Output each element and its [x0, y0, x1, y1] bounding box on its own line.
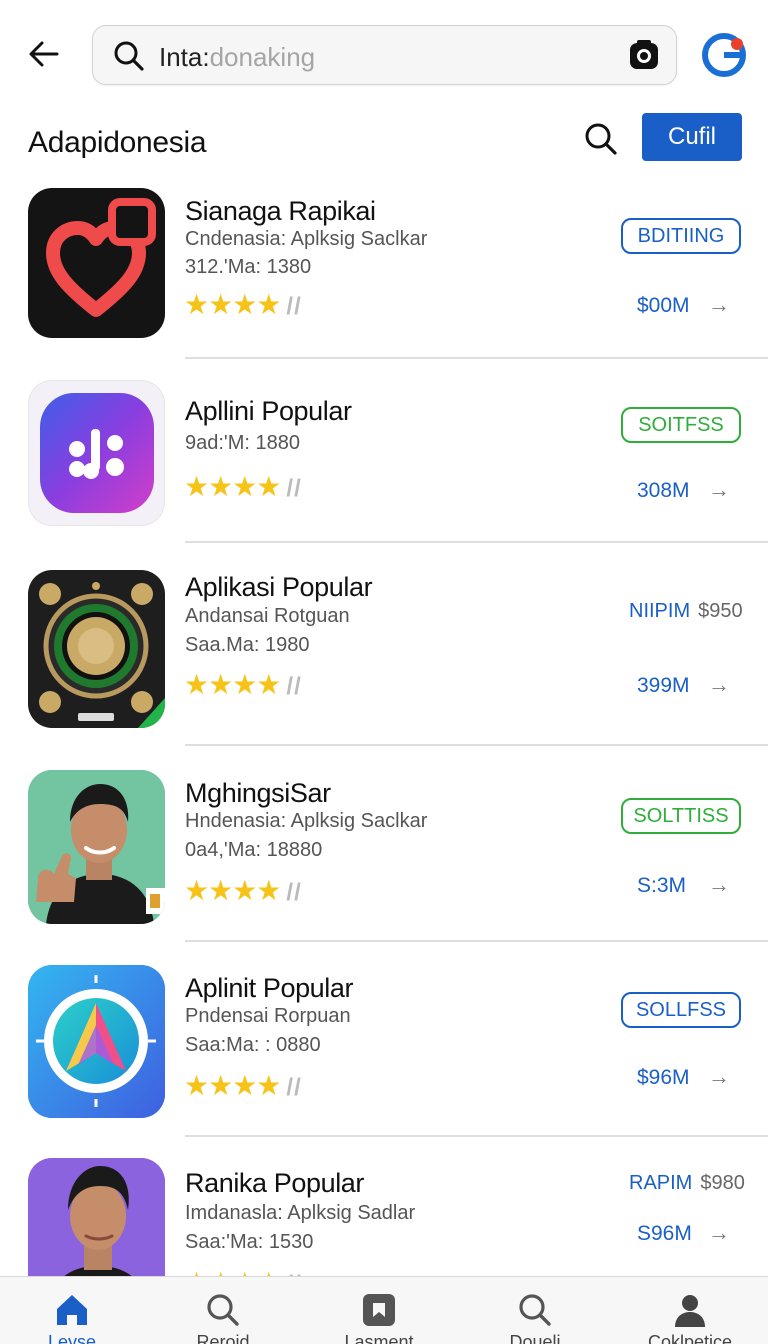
- app-meta: Saa.Ma: 1980: [185, 634, 310, 656]
- divider: [185, 744, 768, 746]
- nav-item-home[interactable]: Leyse: [12, 1277, 132, 1344]
- app-size: 399M: [637, 674, 690, 697]
- nav-item-discover[interactable]: Doueli: [475, 1277, 595, 1344]
- search-icon[interactable]: [582, 120, 620, 158]
- arrow-right-icon[interactable]: →: [708, 1064, 730, 1090]
- app-meta: 0a4,'Ma: 18880: [185, 839, 323, 861]
- nav-label: Coklpetice: [647, 1332, 733, 1344]
- nav-label: Reroid: [196, 1332, 250, 1344]
- app-meta: Saa:Ma: : 0880: [185, 1034, 321, 1056]
- person-thumbs-up-icon: [28, 770, 165, 924]
- status-badge[interactable]: SOLTTISS: [621, 798, 741, 834]
- rating-stars: ★★★★//: [184, 1070, 302, 1101]
- back-button[interactable]: [24, 34, 64, 74]
- arrow-right-icon[interactable]: →: [708, 672, 730, 698]
- rating-stars: ★★★★//: [184, 471, 302, 502]
- camera-icon[interactable]: [628, 39, 660, 71]
- rating-stars: ★★★★//: [184, 289, 302, 320]
- list-item[interactable]: MghingsiSar Hndenasia: Aplksig Saclkar 0…: [0, 770, 768, 940]
- status-badge[interactable]: SOLLFSS: [621, 992, 741, 1028]
- app-name: MghingsiSar: [185, 778, 331, 808]
- search-placeholder: donaking: [209, 42, 316, 72]
- app-subtitle: Pndensai Rorpuan: [185, 1005, 351, 1027]
- bookmark-icon: [363, 1294, 395, 1326]
- app-name: Aplinit Popular: [185, 973, 354, 1003]
- app-name: Aplikasi Popular: [185, 572, 373, 602]
- nav-label: Lasment: [344, 1332, 414, 1344]
- price-label[interactable]: RAPIM $980: [629, 1172, 745, 1195]
- list-item[interactable]: Ranika Popular Imdanasla: Aplksig Sadlar…: [0, 1158, 768, 1276]
- top-bar: Inta:donaking: [0, 0, 768, 110]
- section-title: Adapidonesia: [28, 126, 207, 159]
- compass-arrow-icon: [28, 965, 165, 1118]
- search-query: Inta:donaking: [159, 42, 316, 72]
- nav-label: Leyse: [47, 1332, 97, 1344]
- nav-item-profile[interactable]: Coklpetice: [630, 1277, 750, 1344]
- app-size: 308M: [637, 479, 690, 502]
- list-item[interactable]: Apllini Popular 9ad:'M: 1880 ★★★★// SOIT…: [0, 380, 768, 540]
- app-subtitle: Andansai Rotguan: [185, 605, 350, 627]
- price-tag: RAPIM: [629, 1172, 693, 1194]
- nav-item-search[interactable]: Reroid: [163, 1277, 283, 1344]
- divider: [185, 940, 768, 942]
- divider: [185, 541, 768, 543]
- app-subtitle: Cndenasia: Aplksig Saclkar: [185, 228, 428, 250]
- price-amount: $950: [698, 600, 743, 622]
- app-subtitle: Imdanasla: Aplksig Sadlar: [185, 1202, 416, 1224]
- search-input[interactable]: Inta:donaking: [92, 25, 677, 85]
- app-subtitle: Hndenasia: Aplksig Saclkar: [185, 810, 428, 832]
- price-amount: $980: [700, 1172, 745, 1194]
- bottom-navigation: Leyse Reroid Lasment Doueli Coklpetice: [0, 1276, 768, 1344]
- app-meta: 9ad:'M: 1880: [185, 432, 301, 454]
- app-name: Apllini Popular: [185, 396, 352, 426]
- divider: [185, 1135, 768, 1137]
- arrow-right-icon[interactable]: →: [708, 872, 730, 898]
- status-badge[interactable]: SOITFSS: [621, 407, 741, 443]
- arrow-right-icon[interactable]: →: [708, 477, 730, 503]
- app-meta: 312.'Ma: 1380: [185, 256, 312, 278]
- status-badge[interactable]: BDITIING: [621, 218, 741, 254]
- arrow-right-icon[interactable]: →: [708, 1220, 730, 1246]
- music-note-icon: [28, 380, 165, 526]
- list-item[interactable]: Sianaga Rapikai Cndenasia: Aplksig Saclk…: [0, 188, 768, 358]
- heart-chat-icon: [28, 188, 165, 338]
- arrow-right-icon[interactable]: →: [708, 292, 730, 318]
- price-label[interactable]: NIIPIM $950: [629, 600, 743, 623]
- app-meta: Saa:'Ma: 1530: [185, 1231, 314, 1253]
- app-size: S96M: [637, 1222, 692, 1245]
- app-size: $00M: [637, 294, 690, 317]
- account-avatar-icon[interactable]: [702, 33, 746, 77]
- person-icon: [675, 1295, 705, 1327]
- app-size: $96M: [637, 1066, 690, 1089]
- nav-label: Doueli: [509, 1332, 561, 1344]
- price-tag: NIIPIM: [629, 600, 691, 622]
- app-size: S:3M: [637, 874, 687, 897]
- search-icon: [207, 1294, 239, 1326]
- rating-stars: ★★★★//: [184, 669, 302, 700]
- nav-item-bookmark[interactable]: Lasment: [319, 1277, 439, 1344]
- filter-button[interactable]: Cufil: [642, 113, 742, 161]
- search-icon: [519, 1294, 551, 1326]
- speaker-game-icon: [28, 570, 165, 728]
- app-name: Ranika Popular: [185, 1168, 365, 1198]
- arrow-left-icon: [29, 41, 59, 67]
- app-name: Sianaga Rapikai: [185, 196, 376, 226]
- rating-stars: ★★★★//: [184, 875, 302, 906]
- home-icon: [57, 1295, 87, 1325]
- search-icon: [114, 41, 144, 71]
- person-portrait-icon: [28, 1158, 165, 1276]
- divider: [185, 357, 768, 359]
- rating-stars: ★★★★//: [184, 1266, 302, 1276]
- list-item[interactable]: Aplikasi Popular Andansai Rotguan Saa.Ma…: [0, 570, 768, 740]
- list-item[interactable]: Aplinit Popular Pndensai Rorpuan Saa:Ma:…: [0, 965, 768, 1135]
